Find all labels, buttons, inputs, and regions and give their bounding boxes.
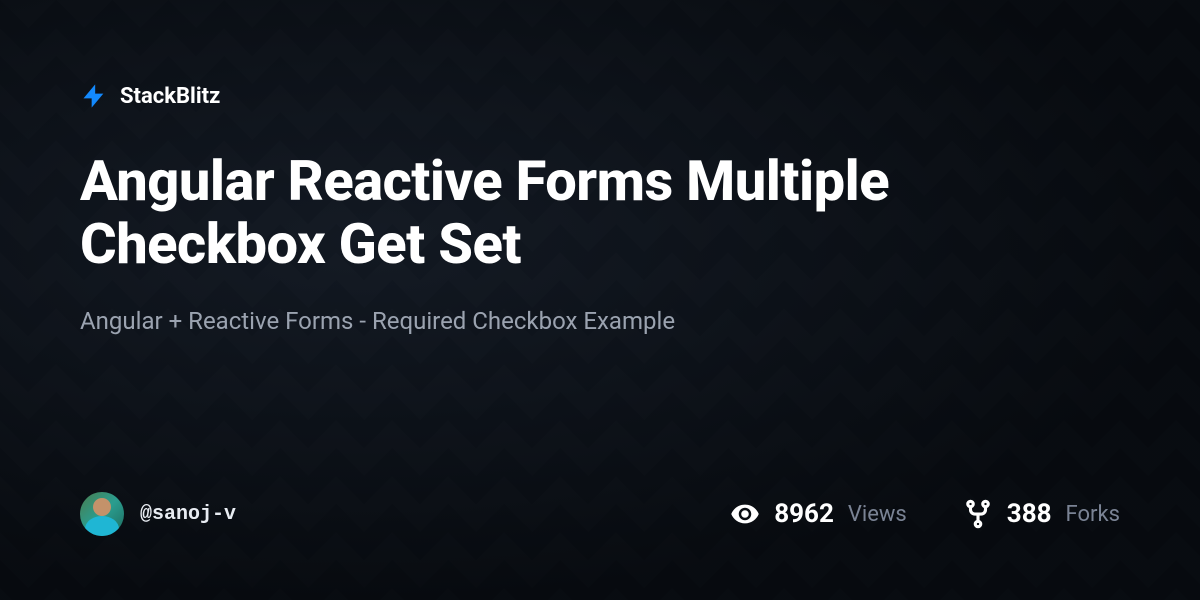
author-link[interactable]: @sanoj-v [80, 492, 236, 536]
views-label: Views [848, 502, 907, 527]
forks-count: 388 [1007, 499, 1052, 529]
brand-logo[interactable]: StackBlitz [80, 82, 1120, 110]
avatar [80, 492, 124, 536]
stats-group: 8962 Views 388 Forks [730, 499, 1120, 529]
author-username: @sanoj-v [140, 503, 236, 526]
fork-icon [963, 499, 993, 529]
project-title: Angular Reactive Forms Multiple Checkbox… [80, 150, 1060, 275]
forks-label: Forks [1066, 502, 1120, 527]
brand-name: StackBlitz [120, 84, 220, 109]
views-count: 8962 [774, 499, 834, 529]
footer-bar: @sanoj-v 8962 Views 388 Forks [80, 492, 1120, 536]
bolt-icon [80, 82, 108, 110]
eye-icon [730, 499, 760, 529]
project-description: Angular + Reactive Forms - Required Chec… [80, 307, 1120, 335]
views-stat: 8962 Views [730, 499, 907, 529]
forks-stat: 388 Forks [963, 499, 1120, 529]
